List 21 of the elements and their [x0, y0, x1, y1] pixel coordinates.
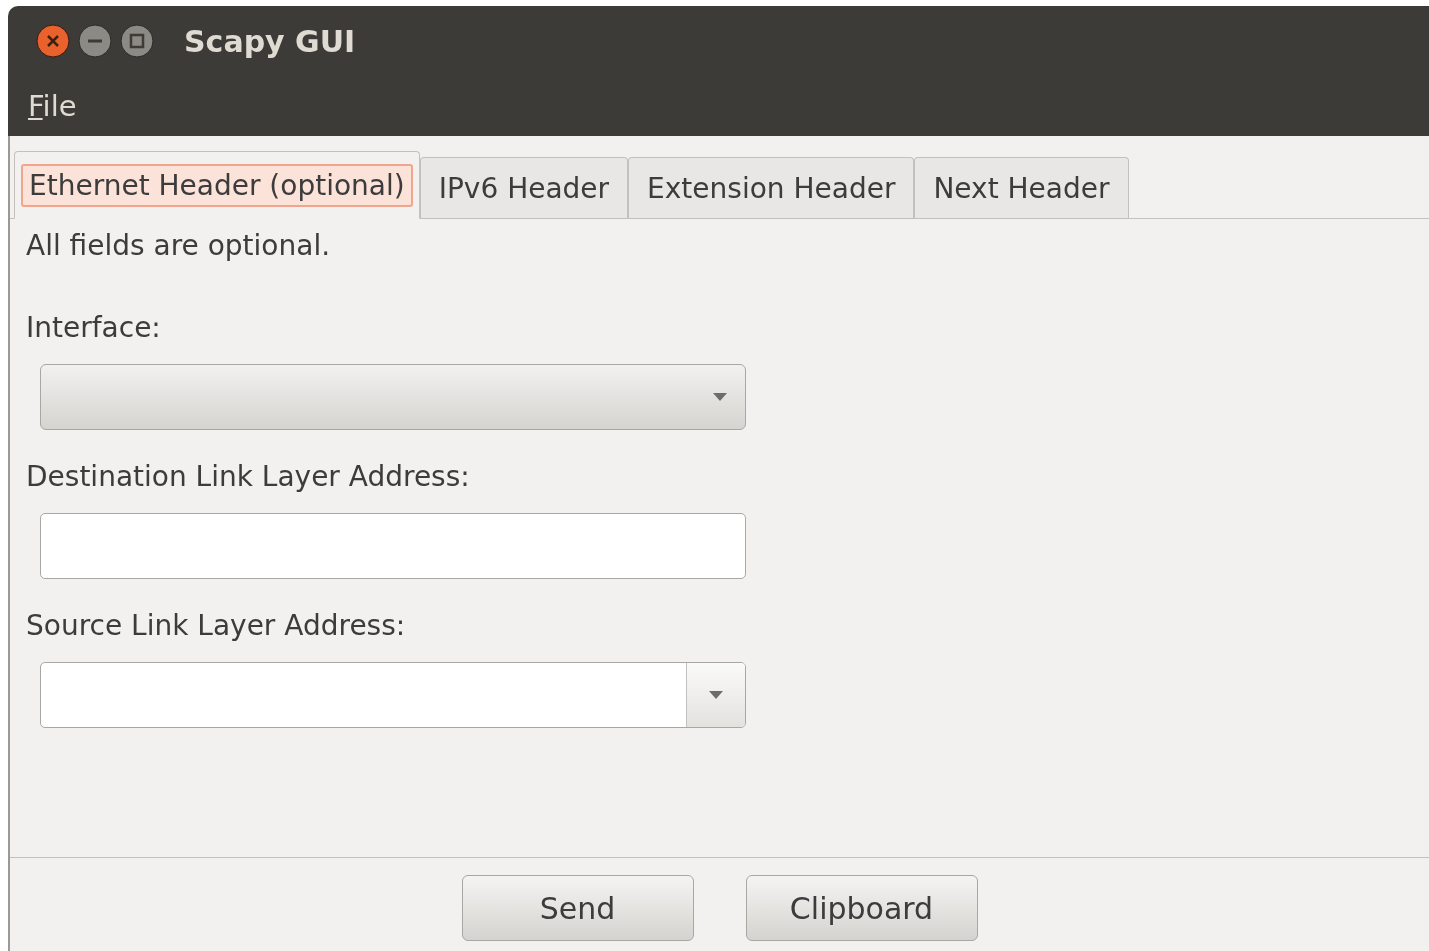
- tab[interactable]: IPv6 Header: [419, 157, 629, 218]
- interface-dropdown[interactable]: [40, 364, 746, 430]
- field-label: Destination Link Layer Address:: [26, 460, 471, 493]
- dropdown-arrow-icon: [707, 689, 725, 701]
- input-field[interactable]: [40, 513, 746, 579]
- tab[interactable]: Next Header: [914, 157, 1129, 218]
- field-label: Source Link Layer Address:: [26, 609, 407, 642]
- close-icon[interactable]: [36, 24, 70, 58]
- minimize-icon[interactable]: [78, 24, 112, 58]
- field-label: Interface:: [26, 311, 162, 344]
- action-button[interactable]: Send: [461, 875, 694, 941]
- action-button[interactable]: Clipboard: [745, 875, 978, 941]
- dropdown-arrow-icon: [711, 391, 729, 403]
- tab[interactable]: Extension Header: [628, 157, 915, 218]
- tab[interactable]: Ethernet Header (optional): [14, 151, 420, 219]
- hint-text: All fields are optional.: [26, 229, 332, 264]
- menu-item[interactable]: File: [26, 89, 79, 123]
- combo-input-field[interactable]: [40, 662, 746, 728]
- dropdown-button[interactable]: [686, 663, 745, 727]
- window-title: Scapy GUI: [184, 23, 356, 59]
- maximize-icon[interactable]: [120, 24, 154, 58]
